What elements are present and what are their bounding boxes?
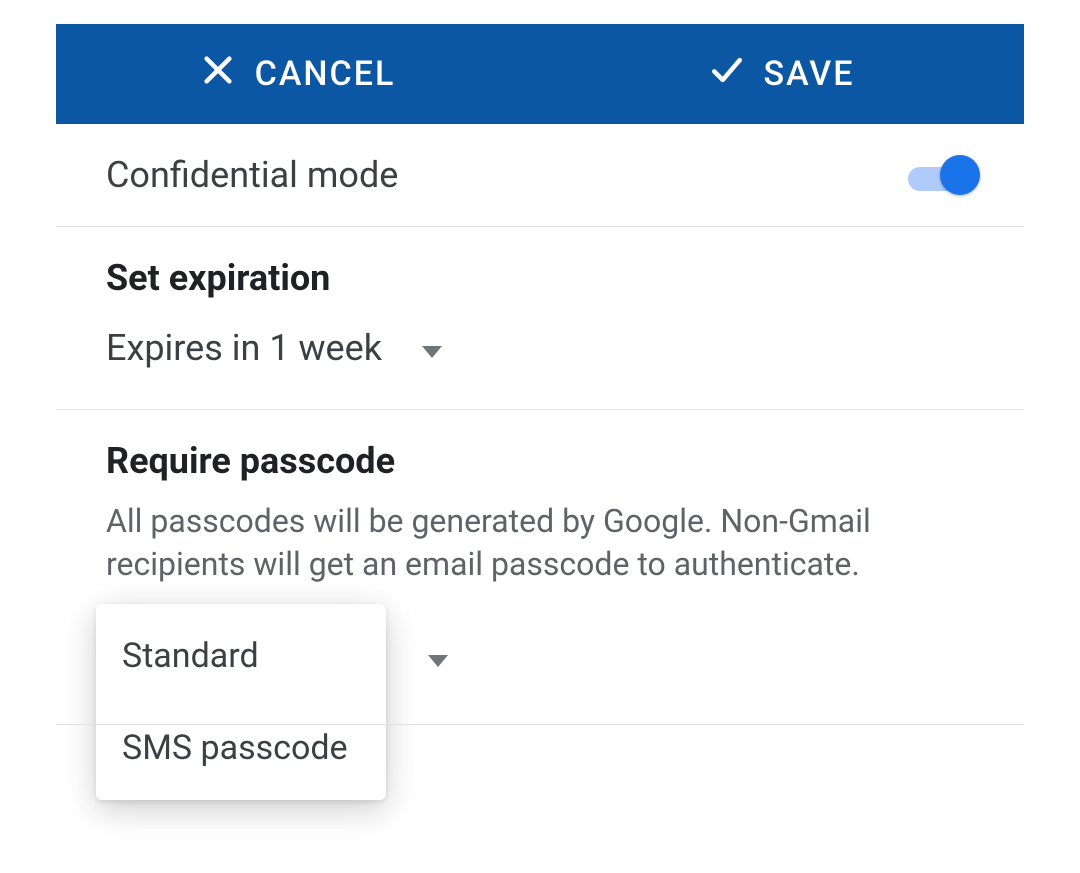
settings-screen: CANCEL SAVE Confidential mode Set expira…: [0, 0, 1080, 873]
passcode-option-standard[interactable]: Standard: [96, 610, 386, 702]
caret-down-icon: [428, 654, 448, 673]
passcode-heading: Require passcode: [106, 440, 974, 482]
passcode-option-sms[interactable]: SMS passcode: [96, 702, 386, 794]
cancel-button[interactable]: CANCEL: [56, 53, 540, 96]
check-icon: [710, 53, 744, 96]
close-icon: [201, 53, 235, 96]
passcode-dropdown-menu: Standard SMS passcode: [96, 604, 386, 800]
expiration-heading: Set expiration: [106, 257, 974, 299]
toggle-knob: [940, 155, 980, 195]
divider: [56, 724, 1024, 725]
caret-down-icon: [422, 327, 442, 369]
passcode-select[interactable]: Standard SMS passcode: [106, 610, 974, 670]
passcode-description: All passcodes will be generated by Googl…: [106, 500, 974, 586]
top-toolbar: CANCEL SAVE: [56, 24, 1024, 124]
expiration-select[interactable]: Expires in 1 week: [106, 327, 442, 369]
cancel-label: CANCEL: [255, 54, 396, 94]
save-button[interactable]: SAVE: [540, 53, 1024, 96]
passcode-section: Require passcode All passcodes will be g…: [56, 410, 1024, 710]
expiration-section: Set expiration Expires in 1 week: [56, 227, 1024, 410]
save-label: SAVE: [764, 54, 855, 94]
confidential-mode-toggle[interactable]: [908, 163, 974, 187]
confidential-mode-title: Confidential mode: [106, 154, 398, 196]
confidential-mode-row: Confidential mode: [56, 124, 1024, 227]
expiration-selected-value: Expires in 1 week: [106, 327, 382, 369]
